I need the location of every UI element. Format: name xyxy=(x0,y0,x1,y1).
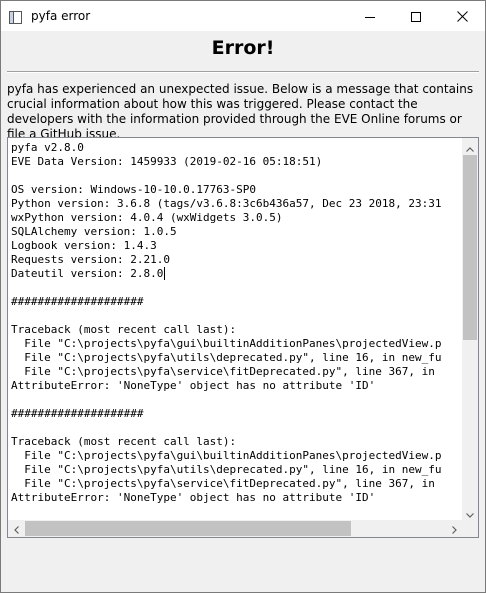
log-line: OS version: Windows-10-10.0.17763-SP0 xyxy=(11,183,257,196)
close-icon xyxy=(456,7,468,26)
log-line: File "C:\projects\pyfa\gui\builtinAdditi… xyxy=(11,449,442,462)
title-bar[interactable]: pyfa error xyxy=(1,1,485,31)
chevron-up-icon xyxy=(466,138,474,156)
log-line: #################### xyxy=(11,407,144,420)
log-line: File "C:\projects\pyfa\service\fitDeprec… xyxy=(11,477,435,490)
log-line: Requests version: 2.21.0 xyxy=(11,253,170,266)
log-line: wxPython version: 4.0.4 (wxWidgets 3.0.5… xyxy=(11,211,283,224)
log-line: File "C:\projects\pyfa\service\fitDeprec… xyxy=(11,365,435,378)
window-title: pyfa error xyxy=(31,9,91,23)
error-message: pyfa has experienced an unexpected issue… xyxy=(7,82,474,141)
scroll-down-button[interactable] xyxy=(462,504,478,520)
chevron-right-icon xyxy=(451,519,457,537)
error-log-textbox[interactable]: pyfa v2.8.0 EVE Data Version: 1459933 (20… xyxy=(7,137,479,538)
close-button[interactable] xyxy=(439,1,485,31)
log-line: File "C:\projects\pyfa\gui\builtinAdditi… xyxy=(11,337,442,350)
app-window-icon xyxy=(9,9,22,24)
maximize-button[interactable] xyxy=(393,1,439,31)
log-line: Traceback (most recent call last): xyxy=(11,435,237,448)
minimize-icon xyxy=(365,7,375,26)
scroll-right-button[interactable] xyxy=(446,520,462,537)
log-line: #################### xyxy=(11,295,144,308)
log-line: File "C:\projects\pyfa\utils\deprecated.… xyxy=(11,463,442,476)
horizontal-scrollbar[interactable] xyxy=(8,520,462,537)
log-line: AttributeError: 'NoneType' object has no… xyxy=(11,491,376,504)
log-line: AttributeError: 'NoneType' object has no… xyxy=(11,379,376,392)
log-line: Dateutil version: 2.8.0 xyxy=(11,267,164,280)
vertical-scrollbar[interactable] xyxy=(462,138,478,520)
text-caret xyxy=(164,267,166,280)
scroll-left-button[interactable] xyxy=(8,520,24,537)
log-line: File "C:\projects\pyfa\utils\deprecated.… xyxy=(11,351,442,364)
scroll-up-button[interactable] xyxy=(462,138,478,154)
scrollbar-corner xyxy=(462,520,478,537)
log-line: Logbook version: 1.4.3 xyxy=(11,239,157,252)
log-line: Traceback (most recent call last): xyxy=(11,323,237,336)
maximize-icon xyxy=(411,7,421,26)
vertical-scroll-thumb[interactable] xyxy=(463,155,477,340)
chevron-left-icon xyxy=(13,519,19,537)
horizontal-scroll-thumb[interactable] xyxy=(25,521,351,536)
log-line: EVE Data Version: 1459933 (2019-02-16 05… xyxy=(11,155,323,168)
log-line: pyfa v2.8.0 xyxy=(11,141,84,154)
log-line: SQLAlchemy version: 1.0.5 xyxy=(11,225,177,238)
error-log-text[interactable]: pyfa v2.8.0 EVE Data Version: 1459933 (20… xyxy=(11,141,463,516)
error-dialog-window: pyfa error Error! pyfa has experienced a… xyxy=(0,0,486,593)
minimize-button[interactable] xyxy=(347,1,393,31)
log-line: Python version: 3.6.8 (tags/v3.6.8:3c6b4… xyxy=(11,197,442,210)
error-heading: Error! xyxy=(211,37,275,59)
heading-divider xyxy=(7,71,479,73)
chevron-down-icon xyxy=(466,503,474,522)
